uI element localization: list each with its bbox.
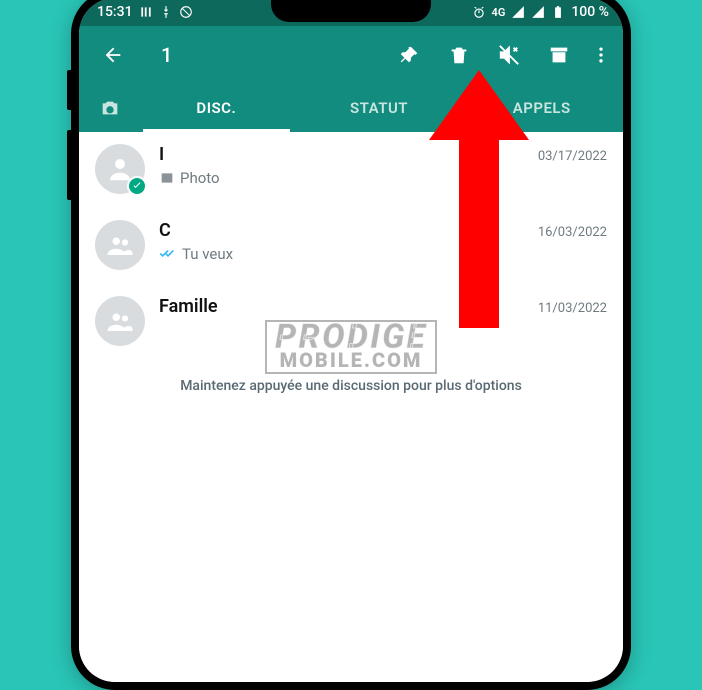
chat-subtitle: Tu veux (182, 245, 233, 263)
status-time: 15:31 (97, 4, 133, 20)
tab-label: DISC. (196, 99, 236, 117)
battery-text: 100 % (571, 4, 609, 20)
alarm-icon (472, 5, 486, 19)
back-button[interactable] (91, 33, 135, 77)
camera-tab[interactable] (85, 84, 135, 132)
chat-name: C (159, 220, 171, 241)
battery-icon (551, 5, 565, 19)
read-receipt-icon (159, 247, 177, 261)
do-not-disturb-icon (179, 5, 193, 19)
network-type: 4G (492, 6, 506, 19)
tab-statut[interactable]: STATUT (298, 84, 461, 132)
chat-name: I (159, 144, 164, 165)
photo-icon (159, 170, 175, 186)
phone-notch (271, 0, 431, 22)
tab-disc[interactable]: DISC. (135, 84, 298, 132)
chat-row[interactable]: I 03/17/2022 Photo (79, 132, 623, 208)
chat-date: 11/03/2022 (538, 301, 607, 316)
chat-date: 16/03/2022 (538, 225, 607, 240)
tab-label: STATUT (350, 99, 408, 117)
avatar[interactable] (95, 144, 145, 194)
tab-bar: DISC. STATUT APPELS (79, 84, 623, 132)
tab-label: APPELS (513, 99, 571, 117)
usb-icon (159, 5, 173, 19)
more-button[interactable] (587, 33, 615, 77)
signal-icon-2 (531, 5, 545, 19)
selected-check-icon (127, 176, 147, 196)
chat-subtitle: Photo (180, 169, 220, 187)
tab-appels[interactable]: APPELS (460, 84, 623, 132)
mute-button[interactable] (487, 33, 531, 77)
pin-button[interactable] (387, 33, 431, 77)
chat-row[interactable]: C 16/03/2022 Tu veux (79, 208, 623, 284)
chat-name: Famille (159, 296, 218, 317)
chat-list[interactable]: I 03/17/2022 Photo (79, 132, 623, 682)
signal-icon (511, 5, 525, 19)
avatar[interactable] (95, 220, 145, 270)
chat-date: 03/17/2022 (538, 149, 607, 164)
hint-text: Maintenez appuyée une discussion pour pl… (79, 360, 623, 412)
delete-button[interactable] (437, 33, 481, 77)
nfc-icon (139, 5, 153, 19)
phone-frame: 15:31 4G (71, 0, 631, 690)
archive-button[interactable] (537, 33, 581, 77)
avatar[interactable] (95, 296, 145, 346)
chat-row[interactable]: Famille 11/03/2022 (79, 284, 623, 360)
selection-toolbar: 1 (79, 26, 623, 84)
selection-count: 1 (161, 43, 172, 67)
